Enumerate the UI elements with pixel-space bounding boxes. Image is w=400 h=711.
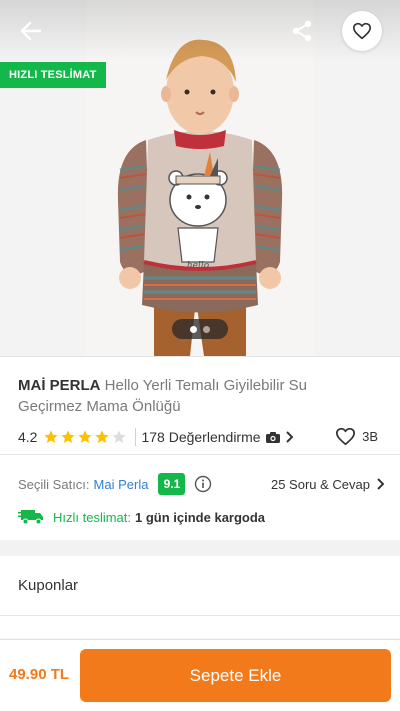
- star-filled-icon: [95, 430, 110, 443]
- reviews-count: 178 Değerlendirme: [141, 429, 261, 445]
- seller-score-badge: 9.1: [158, 473, 186, 495]
- star-empty-icon: [112, 430, 127, 443]
- next-section: [0, 616, 400, 640]
- product-image-gallery[interactable]: hello HIZLI TESLİMAT: [0, 0, 400, 356]
- product-price: 49.90 TL: [9, 666, 70, 683]
- top-gradient: [0, 0, 400, 60]
- product-brand[interactable]: MAİ PERLA: [18, 377, 101, 394]
- truck-icon: [18, 510, 43, 525]
- delivery-label: Hızlı teslimat:: [53, 509, 132, 525]
- fast-delivery-badge: HIZLI TESLİMAT: [0, 62, 106, 88]
- svg-text:hello: hello: [187, 261, 210, 271]
- delivery-info: Hızlı teslimat: 1 gün içinde kargoda: [18, 507, 265, 527]
- product-info: MAİ PERLA Hello Yerli Temalı Giyilebilir…: [0, 356, 400, 454]
- seller-name-link[interactable]: Mai Perla: [94, 477, 149, 492]
- seller-card: Seçili Satıcı: Mai Perla 9.1 25 Soru & C…: [0, 454, 400, 540]
- star-filled-icon: [61, 430, 76, 443]
- gallery-dot[interactable]: [203, 325, 210, 333]
- rating-row: 4.2 178 Değerlendirme 3B: [18, 427, 382, 447]
- questions-answers-link[interactable]: 25 Soru & Cevap: [271, 477, 384, 492]
- seller-label: Seçili Satıcı:: [18, 476, 90, 492]
- section-gap: [0, 540, 400, 556]
- chevron-right-icon: [285, 431, 293, 443]
- bottom-action-bar: 49.90 TL Sepete Ekle: [0, 640, 400, 711]
- reviews-link[interactable]: 178 Değerlendirme: [141, 429, 293, 445]
- seller-row: Seçili Satıcı: Mai Perla 9.1 25 Soru & C…: [18, 473, 384, 495]
- share-icon: [292, 20, 312, 42]
- add-to-cart-button[interactable]: Sepete Ekle: [80, 649, 391, 702]
- divider: [135, 428, 137, 446]
- delivery-text: 1 gün içinde kargoda: [135, 509, 266, 525]
- chevron-right-icon: [377, 478, 384, 490]
- product-title: MAİ PERLA Hello Yerli Temalı Giyilebilir…: [18, 375, 348, 417]
- coupons-row[interactable]: Kuponlar: [0, 556, 400, 616]
- star-filled-icon: [44, 430, 59, 443]
- back-button[interactable]: [14, 16, 48, 46]
- heart-icon: [353, 22, 371, 40]
- share-button[interactable]: [288, 17, 316, 45]
- qa-label: 25 Soru & Cevap: [270, 476, 370, 492]
- gallery-pagination[interactable]: [172, 319, 228, 339]
- arrow-left-icon: [20, 21, 42, 41]
- info-icon[interactable]: [194, 475, 212, 493]
- rating-stars: [43, 429, 127, 445]
- like-count: 3B: [362, 429, 378, 444]
- star-filled-icon: [78, 430, 93, 443]
- gallery-dot[interactable]: [190, 325, 197, 333]
- rating-score: 4.2: [18, 429, 38, 445]
- coupons-label: Kuponlar: [18, 577, 79, 594]
- favorite-button[interactable]: [342, 11, 382, 51]
- camera-icon: [265, 431, 280, 443]
- like-button[interactable]: 3B: [335, 427, 378, 446]
- heart-icon: [336, 427, 356, 446]
